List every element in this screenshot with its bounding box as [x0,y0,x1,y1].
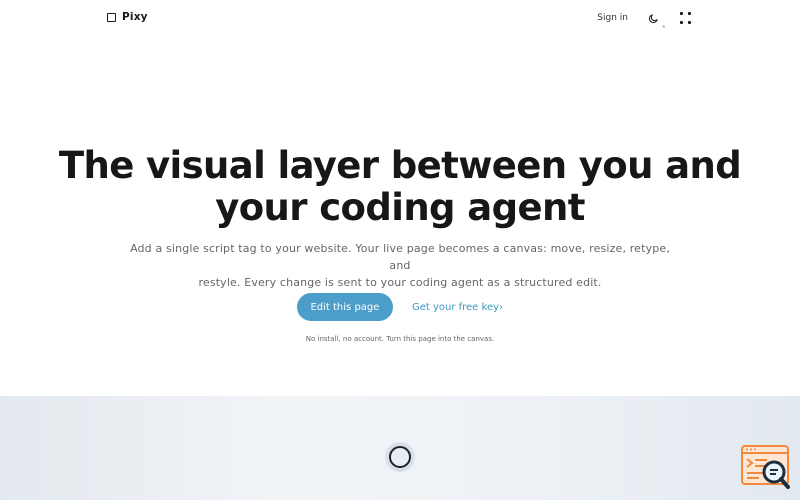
headline-line-2: your coding agent [215,186,585,229]
description-line-2: restyle. Every change is sent to your co… [198,276,602,289]
canvas-preview-section [0,396,800,500]
edit-page-button[interactable]: Edit this page [296,293,393,321]
hero-headline: The visual layer between you and your co… [0,145,800,229]
cta-row: Edit this page Get your free key› [0,293,800,321]
loader-inner-ring [389,446,411,468]
get-free-key-link[interactable]: Get your free key› [412,302,503,313]
code-search-widget-graphic [741,445,790,489]
code-search-icon[interactable] [741,445,791,491]
ring-loader-icon [385,442,415,472]
hero-section: The visual layer between you and your co… [0,0,800,396]
hero-footnote: No install, no account. Turn this page i… [305,335,495,343]
headline-line-1: The visual layer between you and [58,144,742,187]
description-line-1: Add a single script tag to your website.… [130,242,670,272]
hero-description: Add a single script tag to your website.… [125,240,675,291]
